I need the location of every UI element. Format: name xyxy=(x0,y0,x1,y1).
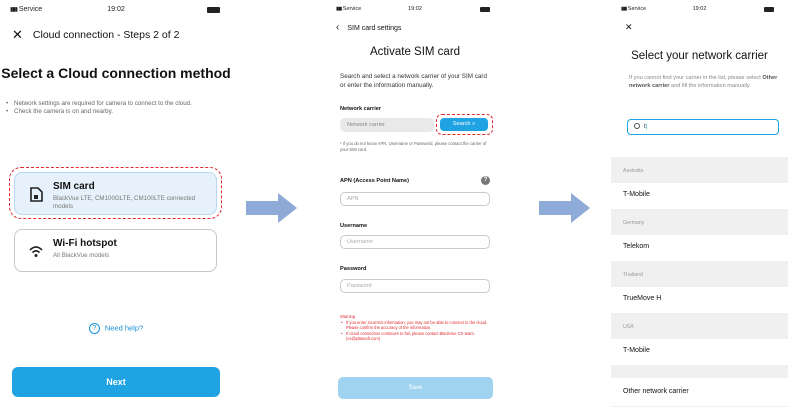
option-sim-card[interactable]: SIM card BlackVue LTE, CM100GLTE, CM100L… xyxy=(14,172,217,215)
password-input[interactable]: Password xyxy=(340,279,490,293)
intro-text: If you cannot find your carrier in the l… xyxy=(629,74,780,90)
other-carrier-item[interactable]: Other network carrier xyxy=(611,378,788,406)
status-bar: ▮▮▮ Service 19:02 xyxy=(0,6,232,16)
clock: 19:02 xyxy=(408,6,422,12)
info-bullets: Network settings are required for camera… xyxy=(6,100,222,117)
search-icon xyxy=(634,123,640,129)
apn-input[interactable]: APN xyxy=(340,192,490,206)
warning-item: If cloud connection continues to fail, p… xyxy=(340,331,494,342)
arrow-right-icon xyxy=(539,193,590,223)
intro-suffix: and fill the information manually. xyxy=(669,83,751,90)
clock: 19:02 xyxy=(692,6,707,12)
search-icon: ⌕ xyxy=(472,121,476,127)
carrier-item[interactable]: T-Mobile xyxy=(611,339,788,365)
list-divider xyxy=(611,365,788,378)
search-label: Search xyxy=(452,121,471,127)
battery-icon xyxy=(764,7,774,12)
country-header: Thailand xyxy=(611,261,788,287)
carrier-item[interactable]: Telekom xyxy=(611,235,788,261)
option-title: Wi-Fi hotspot xyxy=(53,238,117,249)
page-title: Activate SIM card xyxy=(369,46,461,58)
clock: 19:02 xyxy=(107,6,125,13)
option-subtitle: BlackVue LTE, CM100GLTE, CM100LTE connec… xyxy=(53,195,196,211)
header: ‹ SIM card settings xyxy=(336,23,401,33)
page-title: Select your network carrier xyxy=(631,50,768,62)
carrier-item[interactable]: TrueMove H xyxy=(611,287,788,313)
next-button[interactable]: Next xyxy=(12,367,220,397)
help-icon: ? xyxy=(88,323,100,334)
status-bar: ▮▮▮ Service 19:02 xyxy=(326,6,504,16)
intro-text: Search and select a network carrier of y… xyxy=(340,73,487,90)
carrier-field[interactable]: Network carrier xyxy=(340,118,434,132)
warning-item: If you enter incorrect information, you … xyxy=(340,320,494,331)
back-icon[interactable]: ‹ xyxy=(336,23,339,33)
wifi-icon xyxy=(29,246,43,257)
carrier-item[interactable]: T-Mobile xyxy=(611,183,788,209)
close-icon[interactable]: ✕ xyxy=(12,28,23,41)
question-icon[interactable]: ? xyxy=(481,176,490,185)
carrier-field-label: Network carrier xyxy=(340,106,382,112)
status-bar: ▮▮▮ Service 19:02 xyxy=(611,6,788,16)
country-header: Australia xyxy=(611,157,788,183)
option-wifi-hotspot[interactable]: Wi-Fi hotspot All BlackVue models xyxy=(14,229,217,272)
intro-prefix: If you cannot find your carrier in the l… xyxy=(629,75,763,81)
carrier-list: Australia T-Mobile Germany Telekom Thail… xyxy=(611,157,788,407)
bullet-item: Check the camera is on and nearby. xyxy=(6,108,222,117)
screen-select-carrier: ▮▮▮ Service 19:02 ✕ Select your network … xyxy=(611,0,788,407)
battery-icon xyxy=(207,7,220,13)
header-title: Cloud connection - Steps 2 of 2 xyxy=(32,28,180,41)
screen-sim-settings: ▮▮▮ Service 19:02 ‹ SIM card settings Ac… xyxy=(326,0,504,407)
help-label: Need help? xyxy=(104,323,144,333)
battery-icon xyxy=(480,7,490,12)
bullet-item: Network settings are required for camera… xyxy=(6,100,222,109)
country-header: USA xyxy=(611,313,788,339)
search-button[interactable]: Search ⌕ xyxy=(440,118,488,131)
header: ✕ Cloud connection - Steps 2 of 2 xyxy=(12,28,179,41)
warning-box: Warning If you enter incorrect informati… xyxy=(340,314,494,342)
apn-label: APN (Access Point Name) xyxy=(340,178,410,184)
page-title: Select a Cloud connection method xyxy=(1,65,231,81)
save-button[interactable]: Save xyxy=(338,377,493,399)
country-header: Germany xyxy=(611,209,788,235)
arrow-right-icon xyxy=(246,193,297,223)
password-label: Password xyxy=(340,266,367,272)
need-help-link[interactable]: ? Need help? xyxy=(0,323,232,334)
close-icon[interactable]: ✕ xyxy=(625,22,633,33)
tutorial-flow: ▮▮▮ Service 19:02 ✕ Cloud connection - S… xyxy=(0,0,788,407)
sim-card-icon xyxy=(30,187,43,202)
text-cursor: | xyxy=(645,123,648,130)
carrier-search-input[interactable]: t| xyxy=(627,119,779,135)
header-title: SIM card settings xyxy=(347,24,402,32)
help-note: * If you do not know APN, Username or Pa… xyxy=(340,141,487,152)
username-input[interactable]: Username xyxy=(340,235,490,249)
option-subtitle: All BlackVue models xyxy=(53,252,110,259)
option-title: SIM card xyxy=(53,181,95,192)
screen-select-method: ▮▮▮ Service 19:02 ✕ Cloud connection - S… xyxy=(0,0,232,407)
username-label: Username xyxy=(340,223,368,229)
